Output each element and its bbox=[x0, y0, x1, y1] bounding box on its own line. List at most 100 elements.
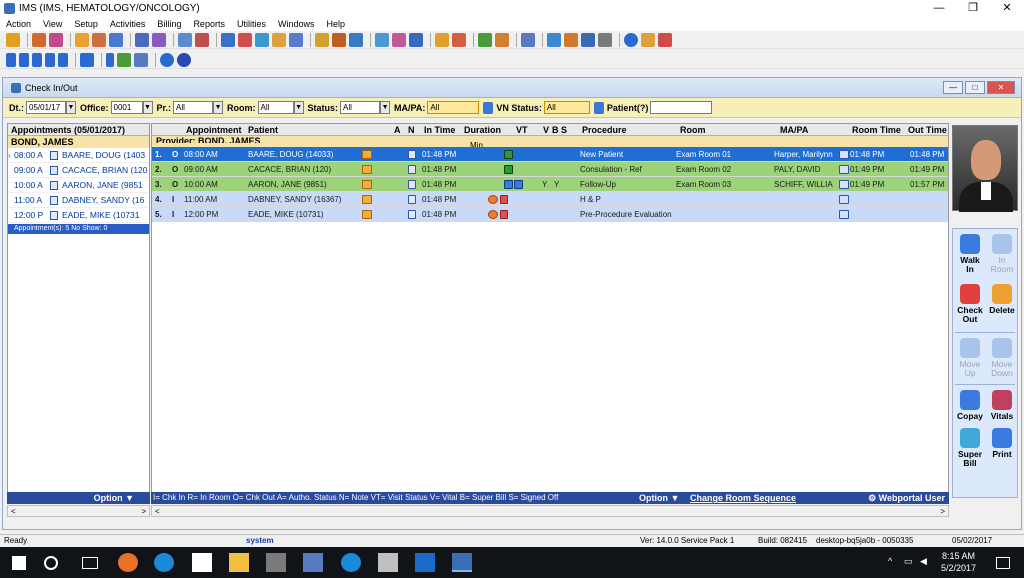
authorization-icon[interactable] bbox=[362, 195, 372, 204]
note-icon[interactable] bbox=[408, 210, 416, 219]
outlook-icon[interactable] bbox=[415, 553, 435, 572]
room-field[interactable]: All bbox=[257, 101, 294, 114]
table-row[interactable]: 1. O 08:00 AM BAARE, DOUG (14033) 01:48 … bbox=[152, 147, 948, 162]
schedule-icon[interactable] bbox=[435, 32, 449, 47]
tools-icon[interactable] bbox=[332, 32, 346, 47]
document-icon[interactable] bbox=[178, 32, 192, 47]
note-icon[interactable] bbox=[408, 180, 416, 189]
cancel-icon[interactable] bbox=[177, 52, 191, 67]
col-appointment[interactable]: Appointment bbox=[186, 124, 242, 136]
authorization-icon[interactable] bbox=[362, 150, 372, 159]
report-chart-icon[interactable] bbox=[117, 52, 131, 67]
grid-option-button[interactable]: Option ▼ bbox=[639, 492, 679, 504]
in-room-button[interactable]: In Room bbox=[986, 231, 1018, 279]
menu-setup[interactable]: Setup bbox=[74, 19, 98, 29]
office-dropdown[interactable]: ▼ bbox=[142, 101, 153, 114]
appointment-list-item[interactable]: 10:00 A AARON, JANE (9851 bbox=[8, 178, 149, 193]
tool-icon[interactable] bbox=[378, 553, 398, 572]
search-icon[interactable] bbox=[44, 556, 58, 570]
next-record-icon[interactable] bbox=[32, 52, 42, 67]
move-down-button[interactable]: Move Down bbox=[986, 335, 1018, 383]
webportal-user-button[interactable]: ⚙ Webportal User bbox=[868, 492, 945, 504]
store-icon[interactable] bbox=[192, 553, 212, 572]
patient-icon[interactable] bbox=[32, 32, 46, 47]
edge-icon[interactable] bbox=[154, 553, 174, 572]
change-room-sequence-link[interactable]: Change Room Sequence bbox=[690, 492, 796, 504]
chart-icon[interactable] bbox=[92, 32, 106, 47]
table-row[interactable]: 4. I 11:00 AM DABNEY, SANDY (16367) 01:4… bbox=[152, 192, 948, 207]
visit-status-icon[interactable] bbox=[504, 150, 513, 159]
calculator-icon[interactable] bbox=[266, 553, 286, 572]
waiting-patient-icon[interactable] bbox=[488, 210, 498, 219]
room-dropdown[interactable]: ▼ bbox=[293, 101, 304, 114]
col-signed-off[interactable]: S bbox=[561, 124, 567, 136]
assign-room-icon[interactable] bbox=[839, 210, 849, 219]
appointment-list-item[interactable]: 12:00 P EADE, MIKE (10731 bbox=[8, 208, 149, 223]
internet-explorer-icon[interactable] bbox=[341, 553, 361, 572]
export-icon[interactable] bbox=[409, 32, 423, 47]
inner-maximize-button[interactable]: □ bbox=[965, 81, 985, 94]
menu-billing[interactable]: Billing bbox=[157, 19, 181, 29]
walk-in-button[interactable]: Walk In bbox=[954, 231, 986, 279]
help-icon[interactable] bbox=[624, 32, 638, 47]
room-time-icon[interactable] bbox=[839, 150, 849, 159]
visit-status-icon[interactable] bbox=[504, 165, 513, 174]
col-autho[interactable]: A bbox=[394, 124, 401, 136]
volume-icon[interactable]: ◀ bbox=[920, 556, 927, 567]
scroll-left-icon[interactable]: < bbox=[11, 507, 16, 516]
authorization-icon[interactable] bbox=[362, 165, 372, 174]
mapa-picker-icon[interactable] bbox=[483, 101, 494, 114]
col-note[interactable]: N bbox=[408, 124, 415, 136]
status-field[interactable]: All bbox=[340, 101, 381, 114]
col-mapa[interactable]: MA/PA bbox=[780, 124, 808, 136]
scroll-left-icon[interactable]: < bbox=[155, 507, 160, 516]
people-icon[interactable] bbox=[521, 32, 535, 47]
vitals-pending-icon[interactable] bbox=[500, 195, 508, 204]
appointment-list-item[interactable]: 11:00 A DABNEY, SANDY (16 bbox=[8, 193, 149, 208]
col-super-bill[interactable]: B bbox=[552, 124, 559, 136]
scan-icon[interactable] bbox=[289, 32, 303, 47]
visit-status-icon[interactable] bbox=[514, 180, 523, 189]
left-option-button[interactable]: Option ▼ bbox=[7, 492, 150, 504]
inner-minimize-button[interactable]: — bbox=[943, 81, 963, 94]
waiting-patient-icon[interactable] bbox=[488, 195, 498, 204]
menu-view[interactable]: View bbox=[43, 19, 62, 29]
print-button[interactable]: Print bbox=[986, 425, 1018, 473]
calendar-icon[interactable] bbox=[315, 32, 329, 47]
left-horizontal-scrollbar[interactable]: < > bbox=[7, 505, 150, 517]
col-patient[interactable]: Patient bbox=[248, 124, 278, 136]
note-icon[interactable] bbox=[408, 165, 416, 174]
notification-icon[interactable] bbox=[996, 557, 1010, 569]
assign-room-icon[interactable] bbox=[839, 195, 849, 204]
scroll-right-icon[interactable]: > bbox=[141, 507, 146, 516]
refresh-icon[interactable] bbox=[80, 52, 94, 67]
authorization-icon[interactable] bbox=[362, 210, 372, 219]
previous-record-icon[interactable] bbox=[19, 52, 29, 67]
table-row[interactable]: 3. O 10:00 AM AARON, JANE (9851) 01:48 P… bbox=[152, 177, 948, 192]
user-icon[interactable] bbox=[6, 32, 20, 47]
remote-desktop-icon[interactable] bbox=[303, 553, 323, 572]
last-record-icon[interactable] bbox=[45, 52, 55, 67]
vn-status-field[interactable]: All bbox=[543, 101, 590, 114]
taskbar-clock[interactable]: 8:15 AM 5/2/2017 bbox=[941, 550, 976, 574]
maximize-button[interactable]: ❐ bbox=[956, 0, 990, 17]
help-circle-icon[interactable] bbox=[160, 52, 174, 67]
box-icon[interactable] bbox=[392, 32, 406, 47]
settings-icon[interactable] bbox=[238, 32, 252, 47]
super-bill-button[interactable]: Super Bill bbox=[954, 425, 986, 473]
first-record-icon[interactable] bbox=[6, 52, 16, 67]
pen-icon[interactable] bbox=[375, 32, 389, 47]
table-row[interactable]: 2. O 09:00 AM CACACE, BRIAN (120) 01:48 … bbox=[152, 162, 948, 177]
menu-activities[interactable]: Activities bbox=[110, 19, 146, 29]
note-icon[interactable] bbox=[408, 195, 416, 204]
delete-button[interactable]: Delete bbox=[986, 281, 1018, 329]
report-icon[interactable] bbox=[109, 32, 123, 47]
transfer-icon[interactable] bbox=[221, 32, 235, 47]
office-field[interactable]: 0001 bbox=[110, 101, 143, 114]
sort-icon[interactable] bbox=[58, 52, 68, 67]
clipboard-icon[interactable] bbox=[135, 32, 149, 47]
appointment-icon[interactable] bbox=[452, 32, 466, 47]
appointment-list-item[interactable]: 09:00 A CACACE, BRIAN (120 bbox=[8, 163, 149, 178]
room-time-icon[interactable] bbox=[839, 165, 849, 174]
file-explorer-icon[interactable] bbox=[229, 553, 249, 572]
